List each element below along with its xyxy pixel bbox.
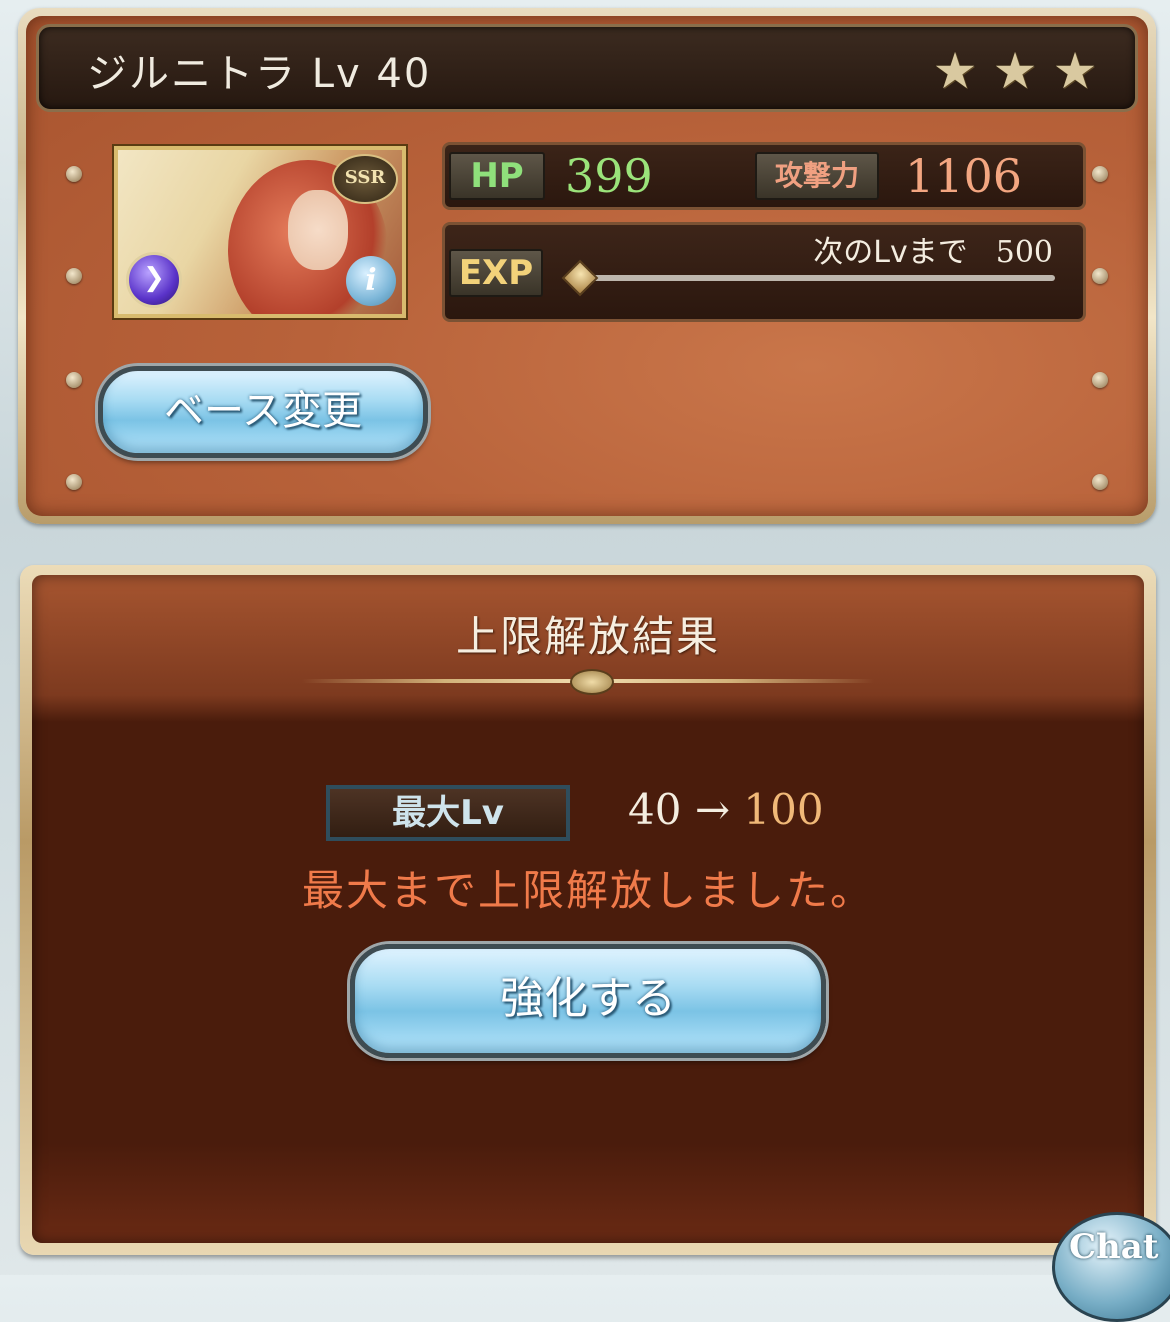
attack-label: 攻撃力 [755,152,879,200]
max-uncap-message: 最大まで上限解放しました。 [301,866,874,915]
ornament-icon [570,669,614,695]
enhance-button[interactable]: 強化する [350,944,826,1058]
rivet [1092,474,1108,490]
next-level-value: 500 [995,235,1053,270]
exp-bar-knob-icon [561,259,599,297]
hp-value: 399 [565,149,653,203]
stats-box: HP 399 攻撃力 1106 [442,142,1086,210]
star-icon: ★ [1052,42,1098,100]
ssr-badge: SSR [332,154,398,204]
character-title-bar: ジルニトラ Lv 40 ★ ★ ★ [36,24,1138,112]
attack-value: 1106 [905,149,1023,203]
uncap-result-body: 上限解放結果 最大Lv 40 → 100 最大まで上限解放しました。 強化する [32,575,1144,1243]
character-title: ジルニトラ Lv 40 [87,51,432,97]
exp-label: EXP [449,249,543,297]
character-portrait[interactable]: SSR ❯ i [114,146,406,318]
rivet [1092,166,1108,182]
wind-element-icon: ❯ [126,252,182,308]
base-change-button[interactable]: ベース変更 [98,366,428,458]
rivet [1092,268,1108,284]
arrow-icon: → [694,785,731,834]
uncap-result-panel: 上限解放結果 最大Lv 40 → 100 最大まで上限解放しました。 強化する [20,565,1156,1255]
chat-button[interactable]: Chat [1052,1212,1170,1322]
character-panel-body: ジルニトラ Lv 40 ★ ★ ★ SSR ❯ i HP 399 攻撃力 110… [26,16,1148,516]
portrait-face [288,190,348,270]
level-from: 40 [628,785,682,834]
exp-bar [581,275,1055,281]
rarity-stars: ★ ★ ★ [929,45,1101,97]
result-title: 上限解放結果 [455,612,720,661]
rivet [66,372,82,388]
rivet [66,268,82,284]
level-to: 100 [743,785,824,834]
rivet [66,474,82,490]
star-icon: ★ [992,42,1038,100]
character-panel: ジルニトラ Lv 40 ★ ★ ★ SSR ❯ i HP 399 攻撃力 110… [18,8,1156,524]
hp-label: HP [449,152,545,200]
exp-box: EXP 次のLvまで 500 [442,222,1086,322]
info-icon[interactable]: i [346,256,396,306]
level-change: 40 → 100 [628,785,824,834]
next-level-info: 次のLvまで 500 [813,227,1053,271]
max-lv-label: 最大Lv [326,785,570,841]
rivet [1092,372,1108,388]
star-icon: ★ [932,42,978,100]
rivet [66,166,82,182]
next-level-label: 次のLvまで [813,235,968,270]
